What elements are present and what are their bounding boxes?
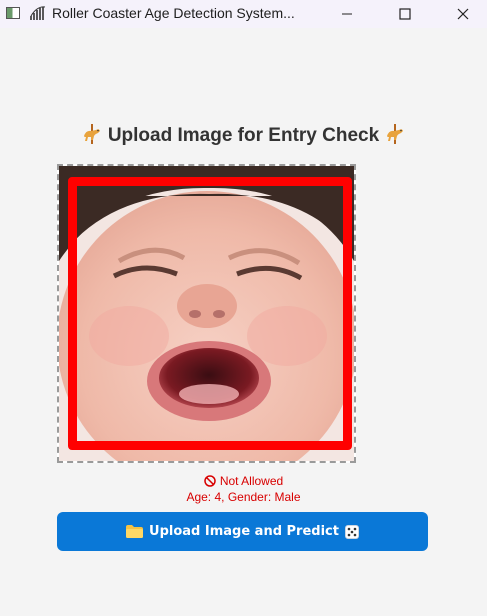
minimize-button[interactable]	[324, 0, 370, 28]
maximize-icon	[399, 8, 411, 20]
minimize-icon	[342, 13, 352, 15]
window-title: Roller Coaster Age Detection System...	[52, 5, 295, 21]
page-heading: Upload Image for Entry Check	[0, 124, 487, 147]
app-window-icon	[6, 7, 20, 19]
folder-icon	[126, 525, 144, 538]
maximize-button[interactable]	[382, 0, 428, 28]
prohibited-icon	[204, 475, 216, 487]
result-status-text: Not Allowed	[219, 474, 284, 488]
heading-text: Upload Image for Entry Check	[107, 125, 380, 146]
result-status: Not Allowed	[0, 474, 487, 488]
result-details: Age: 4, Gender: Male	[186, 490, 301, 504]
title-bar: Roller Coaster Age Detection System...	[0, 0, 487, 28]
upload-button-label: Upload Image and Predict	[149, 524, 339, 539]
carousel-horse-icon	[387, 124, 404, 144]
upload-image-button[interactable]: Upload Image and Predict	[57, 512, 428, 551]
image-preview	[57, 164, 356, 463]
close-icon	[457, 8, 469, 20]
dice-icon	[344, 524, 359, 539]
carousel-horse-icon	[83, 124, 100, 144]
roller-coaster-icon	[30, 6, 46, 20]
face-detection-box	[68, 177, 352, 450]
close-button[interactable]	[440, 0, 486, 28]
